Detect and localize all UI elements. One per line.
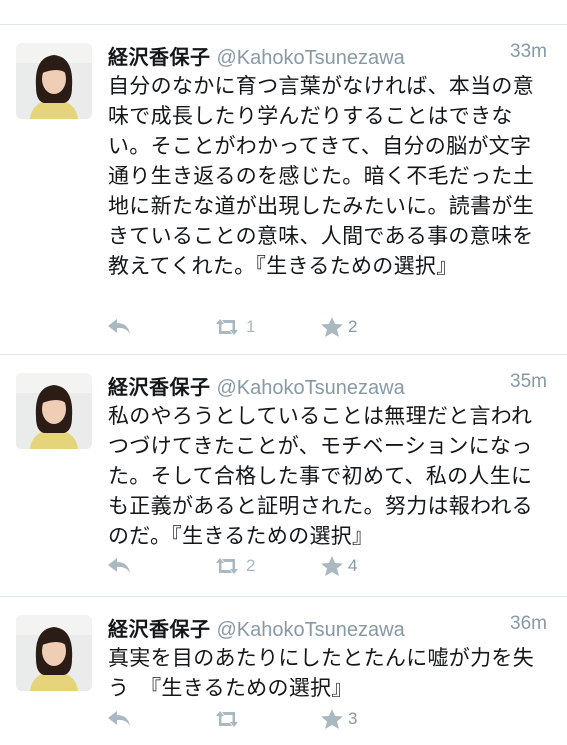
author-name[interactable]: 経沢香保子	[108, 617, 211, 641]
retweet-count: 1	[246, 317, 256, 336]
tweet-text: 自分のなかに育つ言葉がなければ、本当の意味で成長したり学んだりすることはできない…	[108, 74, 534, 278]
retweet-button[interactable]: 2	[212, 552, 255, 580]
reply-button[interactable]	[106, 552, 132, 580]
retweet-button[interactable]	[212, 705, 246, 733]
star-icon	[321, 556, 343, 576]
tweet-actions: 3	[100, 705, 400, 733]
tweet-actions: 1 2	[100, 313, 400, 341]
favorite-button[interactable]: 4	[320, 552, 357, 580]
tweet-actions: 2 4	[100, 552, 400, 580]
avatar[interactable]	[16, 373, 92, 449]
favorite-count: 3	[348, 709, 358, 728]
favorite-count: 2	[348, 317, 358, 336]
author-name[interactable]: 経沢香保子	[108, 45, 211, 69]
reply-icon	[108, 558, 130, 573]
retweet-button[interactable]: 1	[212, 313, 255, 341]
reply-icon	[108, 711, 130, 726]
timestamp: 33m	[510, 41, 547, 62]
reply-button[interactable]	[106, 313, 132, 341]
tweet-text: 真実を目のあたりにしたとたんに嘘が力を失う 『生きるための選択』	[108, 646, 534, 700]
retweet-count: 2	[246, 556, 256, 575]
reply-icon	[108, 319, 130, 334]
star-icon	[321, 709, 343, 729]
tweet-header: 経沢香保子 @KahokoTsunezawa 35m	[108, 371, 551, 399]
timestamp: 35m	[510, 371, 547, 392]
tweet-header: 経沢香保子 @KahokoTsunezawa 36m	[108, 613, 551, 641]
retweet-icon	[216, 319, 238, 335]
star-icon	[321, 317, 343, 337]
author-name[interactable]: 経沢香保子	[108, 375, 211, 399]
retweet-icon	[216, 558, 238, 574]
reply-button[interactable]	[106, 705, 132, 733]
favorite-button[interactable]: 2	[320, 313, 357, 341]
favorite-button[interactable]: 3	[320, 705, 357, 733]
favorite-count: 4	[348, 556, 358, 575]
tweet-header: 経沢香保子 @KahokoTsunezawa 33m	[108, 41, 551, 69]
author-handle[interactable]: @KahokoTsunezawa	[217, 619, 405, 641]
author-handle[interactable]: @KahokoTsunezawa	[217, 377, 405, 399]
tweet-text: 私のやろうとしていることは無理だと言われつづけてきたことが、モチベーションになっ…	[108, 404, 533, 548]
avatar[interactable]	[16, 615, 92, 691]
author-handle[interactable]: @KahokoTsunezawa	[217, 47, 405, 69]
retweet-icon	[216, 711, 238, 727]
tweet[interactable]: 経沢香保子 @KahokoTsunezawa 36m 真実を目のあたりにしたとたん…	[0, 597, 567, 745]
avatar[interactable]	[16, 43, 92, 119]
tweet[interactable]: 経沢香保子 @KahokoTsunezawa 33m 自分のなかに育つ言葉がなけれ…	[0, 25, 567, 355]
timestamp: 36m	[510, 613, 547, 634]
tweet[interactable]: 経沢香保子 @KahokoTsunezawa 35m 私のやろうとしていることは無…	[0, 355, 567, 595]
